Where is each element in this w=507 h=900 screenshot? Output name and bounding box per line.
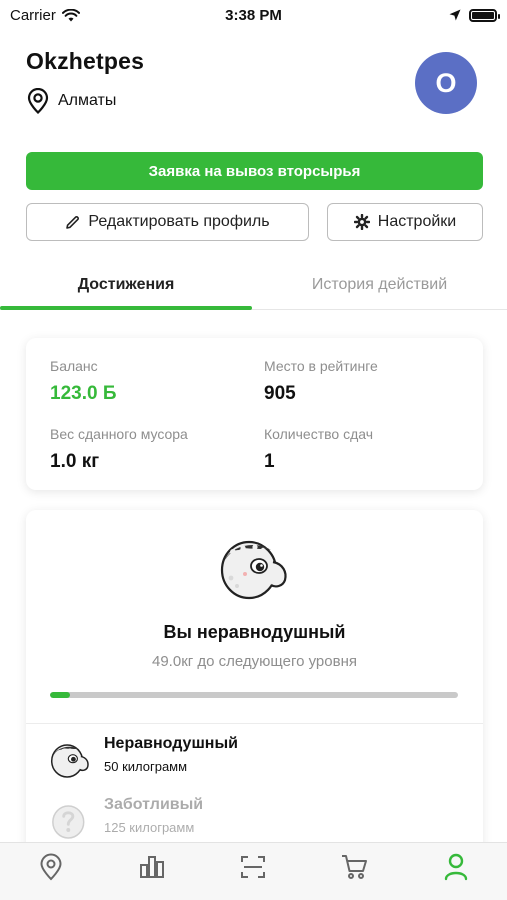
- stat-weight: Вес сданного мусора 1.0 кг: [50, 426, 188, 473]
- tab-profile[interactable]: [426, 852, 486, 882]
- level-item-text: Заботливый 125 килограмм: [104, 796, 203, 835]
- location: Алматы: [26, 88, 481, 114]
- battery-icon: [469, 8, 500, 22]
- level-card: Вы неравнодушный 49.0кг до следующего ур…: [26, 510, 483, 870]
- rating-value: 905: [264, 383, 296, 404]
- pencil-icon: [66, 215, 80, 229]
- rating-label: Место в рейтинге: [264, 358, 378, 374]
- location-arrow-icon: [449, 9, 461, 21]
- settings-button[interactable]: Настройки: [327, 203, 483, 241]
- settings-label: Настройки: [377, 213, 457, 230]
- stat-count: Количество сдач 1: [264, 426, 373, 473]
- tab-history[interactable]: История действий: [252, 262, 507, 308]
- locked-level-icon: [52, 805, 85, 839]
- request-pickup-button[interactable]: Заявка на вывоз вторсырья: [26, 152, 483, 190]
- divider: [26, 723, 483, 724]
- level-title: Вы неравнодушный: [163, 622, 346, 642]
- level-item-name: Неравнодушный: [104, 735, 238, 752]
- stats-card: Баланс 123.0 Б Место в рейтинге 905 Вес …: [26, 338, 483, 490]
- turtle-level-icon: [50, 744, 89, 778]
- tab-map[interactable]: [21, 852, 81, 882]
- balance-value: 123.0 Б: [50, 383, 117, 404]
- bottom-tab-bar: [0, 842, 507, 900]
- cart-icon: [341, 855, 367, 879]
- count-value: 1: [264, 451, 275, 472]
- edit-profile-button[interactable]: Редактировать профиль: [26, 203, 309, 241]
- edit-profile-label: Редактировать профиль: [88, 213, 270, 230]
- level-item-name: Заботливый: [104, 796, 204, 813]
- status-left: Carrier: [10, 7, 80, 24]
- profile-tabs: Достижения История действий: [0, 262, 507, 310]
- active-tab-indicator: [0, 306, 252, 310]
- tab-shop[interactable]: [325, 852, 385, 882]
- level-progress-fill: [50, 692, 71, 698]
- map-pin-icon: [40, 853, 62, 881]
- stat-balance: Баланс 123.0 Б: [50, 358, 116, 405]
- status-right: [449, 8, 500, 22]
- scan-icon: [241, 856, 266, 878]
- wifi-icon: [61, 8, 80, 21]
- carrier-label: Carrier: [10, 6, 56, 24]
- count-label: Количество сдач: [264, 426, 374, 442]
- profile-icon: [445, 853, 468, 881]
- map-pin-icon: [27, 88, 49, 114]
- balance-label: Баланс: [50, 358, 98, 374]
- stat-rating: Место в рейтинге 905: [264, 358, 378, 405]
- weight-label: Вес сданного мусора: [50, 426, 188, 442]
- profile-header: Okzhetpes Алматы O: [26, 48, 481, 128]
- tab-achievements[interactable]: Достижения: [0, 262, 252, 308]
- level-item-text: Неравнодушный 50 килограмм: [104, 735, 238, 774]
- username: Okzhetpes: [26, 48, 145, 74]
- level-item-desc: 50 килограмм: [104, 759, 188, 774]
- status-bar: Carrier 3:38 PM: [0, 0, 507, 30]
- level-item[interactable]: Неравнодушный 50 килограмм: [50, 735, 238, 781]
- turtle-mascot-icon: [220, 540, 287, 600]
- chart-icon: [140, 856, 165, 878]
- tab-scan[interactable]: [223, 852, 283, 882]
- gear-icon: [353, 214, 370, 230]
- avatar[interactable]: O: [415, 52, 477, 114]
- level-progress-bar: [50, 692, 458, 698]
- level-item-desc: 125 килограмм: [104, 820, 195, 835]
- weight-value: 1.0 кг: [50, 451, 100, 472]
- tab-rating[interactable]: [122, 852, 182, 882]
- level-subtitle: 49.0кг до следующего уровня: [152, 653, 357, 670]
- level-item-locked[interactable]: Заботливый 125 килограмм: [50, 796, 203, 842]
- city-label: Алматы: [58, 92, 117, 109]
